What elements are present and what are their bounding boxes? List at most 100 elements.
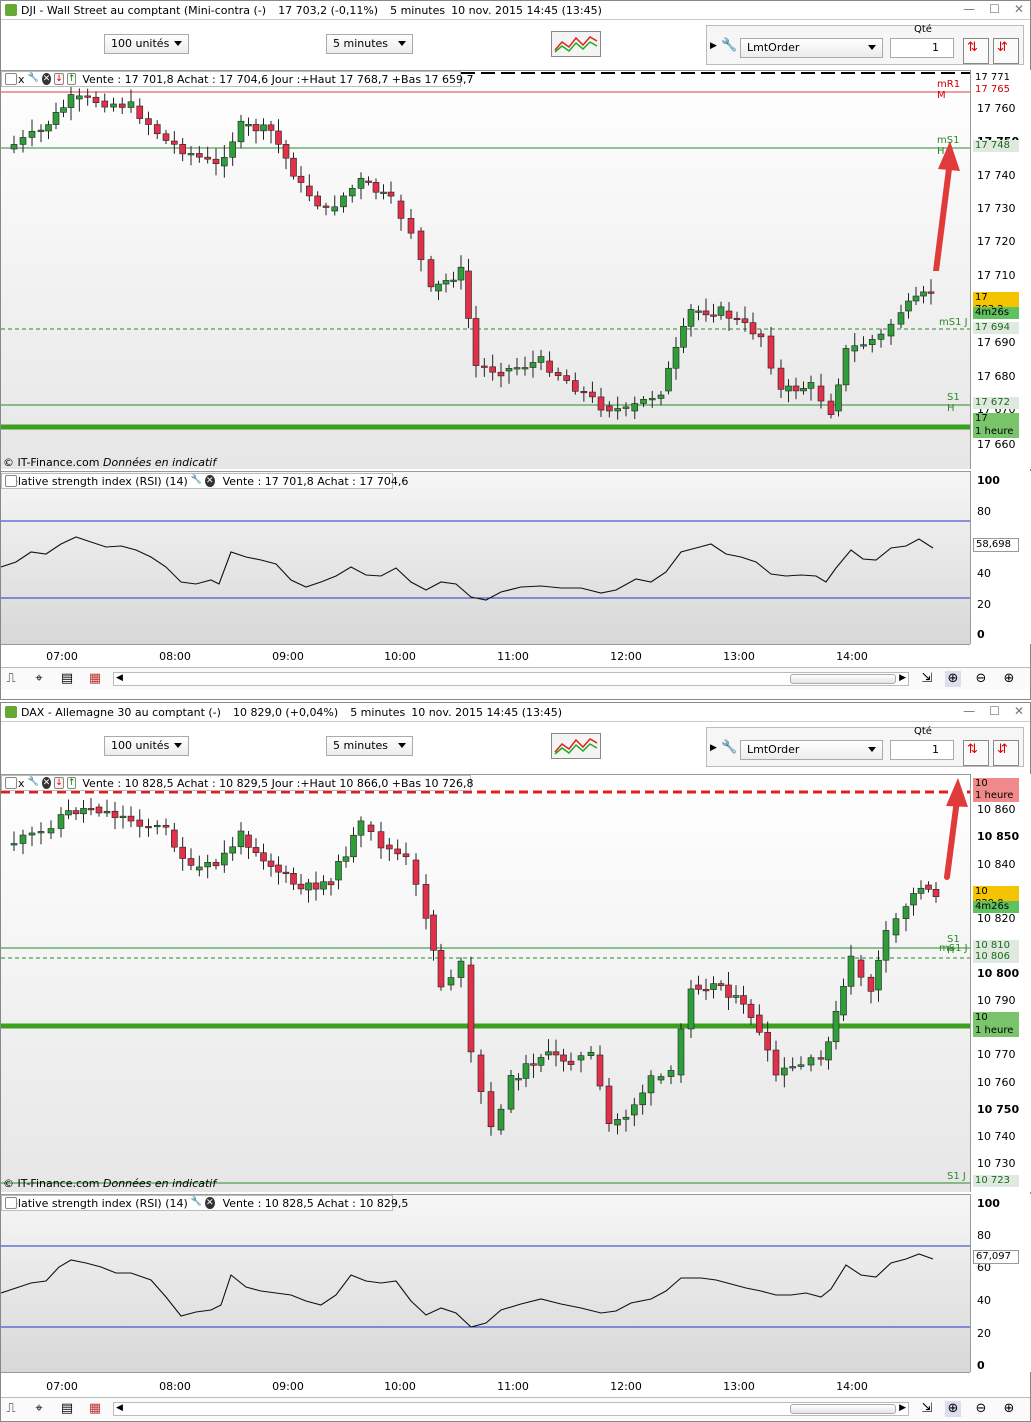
rsi-chart[interactable] <box>1 1194 970 1372</box>
zoom-fit-icon[interactable]: ⇲ <box>919 1401 935 1417</box>
price-chart[interactable]: S1 HmS1 J S1 J <box>1 774 970 1192</box>
window-icon[interactable] <box>5 1197 17 1209</box>
time-axis-label: 12:00 <box>610 1380 642 1393</box>
timeframe-select[interactable]: 5 minutes <box>326 34 413 54</box>
zoom-select-icon[interactable]: ⊕ <box>945 1401 961 1417</box>
candle-body <box>367 824 375 832</box>
scroll-right-icon[interactable]: ▶ <box>899 673 906 683</box>
order-type-select[interactable]: LmtOrder <box>740 740 883 760</box>
units-select[interactable]: 100 unités <box>104 736 189 756</box>
candle-body <box>37 129 45 132</box>
chart-icon[interactable]: ⎍ <box>3 671 19 687</box>
price-axis[interactable]: 17 76017 75017 74017 73017 72017 71017 7… <box>970 70 1031 469</box>
chart-type-button[interactable] <box>551 31 601 57</box>
candle-body <box>335 861 342 881</box>
timeframe-select-value: 5 minutes <box>333 37 389 50</box>
axis-tick-label: 20 <box>977 598 991 611</box>
rsi-axis[interactable]: 100 80 60 40 20 0 67,097 <box>970 1194 1031 1372</box>
grid-icon[interactable]: ▦ <box>87 1401 103 1417</box>
close-icon[interactable]: ✕ <box>1014 2 1024 16</box>
candle-body <box>807 1057 815 1066</box>
maximize-icon[interactable]: ☐ <box>989 2 1000 16</box>
time-axis-label: 07:00 <box>46 650 78 663</box>
zoom-in-icon[interactable]: ⊕ <box>1001 1401 1017 1417</box>
candle-body <box>917 887 925 894</box>
maximize-icon[interactable]: ☐ <box>989 704 1000 718</box>
candle-body <box>772 1049 780 1076</box>
zoom-fit-icon[interactable]: ⇲ <box>919 671 935 687</box>
close-icon[interactable]: ✕ <box>1014 704 1024 718</box>
wrench-icon[interactable]: 🔧 <box>191 475 202 487</box>
window-icon[interactable] <box>5 475 17 487</box>
window-icon[interactable] <box>5 777 17 789</box>
print-icon[interactable]: ▤ <box>59 1401 75 1417</box>
buy-button[interactable]: ⇅ <box>963 38 989 64</box>
sell-button[interactable]: ⇵ <box>993 740 1019 766</box>
axis-tick-label: 17 680 <box>977 370 1016 383</box>
chart-toolbar: 100 unités 5 minutes Qté ▶ 🔧 LmtOrder 1 … <box>1 20 1030 70</box>
sell-button[interactable]: ⇵ <box>993 38 1019 64</box>
sell-icon[interactable]: ↓ <box>54 777 64 789</box>
scroll-thumb[interactable] <box>790 1404 896 1414</box>
close-icon[interactable]: ✕ <box>205 1197 215 1209</box>
crosshair-icon[interactable]: ⌖ <box>31 671 47 687</box>
rsi-info-text: Vente : 10 828,5 Achat : 10 829,5 <box>222 1196 409 1210</box>
units-select[interactable]: 100 unités <box>104 34 189 54</box>
order-type-value: LmtOrder <box>747 41 800 54</box>
order-type-select[interactable]: LmtOrder <box>740 38 883 58</box>
quantity-value: 1 <box>932 743 939 756</box>
crosshair-icon[interactable]: ⌖ <box>31 1401 47 1417</box>
wrench-icon[interactable]: 🔧 <box>721 740 737 755</box>
wrench-icon[interactable]: 🔧 <box>721 38 737 53</box>
sell-icon[interactable]: ↓ <box>54 73 64 85</box>
close-icon[interactable]: ✕ <box>41 777 52 789</box>
wrench-icon[interactable]: 🔧 <box>28 777 39 789</box>
close-icon[interactable]: ✕ <box>41 73 52 85</box>
candle-body <box>647 1075 655 1094</box>
rsi-chart[interactable] <box>1 471 970 644</box>
candle-body <box>710 983 717 990</box>
scroll-right-icon[interactable]: ▶ <box>899 1403 906 1413</box>
horizontal-scrollbar[interactable]: ◀ ▶ <box>113 672 909 686</box>
level-value-s1j: 10 723 <box>973 1175 1019 1187</box>
zoom-select-icon[interactable]: ⊕ <box>945 671 961 687</box>
scroll-left-icon[interactable]: ◀ <box>116 673 123 683</box>
axis-tick-label: 17 660 <box>977 438 1016 451</box>
price-axis[interactable]: 10 86010 85010 84010 83010 82010 81010 8… <box>970 774 1031 1192</box>
quantity-stepper[interactable]: 1 <box>890 38 954 58</box>
candle-body <box>407 218 415 234</box>
candle-body <box>552 1051 560 1056</box>
buy-icon[interactable]: ↑ <box>66 777 77 789</box>
timeframe-select[interactable]: 5 minutes <box>326 736 413 756</box>
zoom-out-icon[interactable]: ⊖ <box>973 1401 989 1417</box>
price-chart[interactable]: mR1 MmS1 HmS1 J S1 H <box>1 70 970 469</box>
candle-body <box>87 808 95 811</box>
scroll-thumb[interactable] <box>790 674 896 684</box>
grid-icon[interactable]: ▦ <box>87 671 103 687</box>
instrument-interval: 5 minutes <box>390 3 446 17</box>
candle-body <box>529 362 537 368</box>
buy-button[interactable]: ⇅ <box>963 740 989 766</box>
candle-body <box>47 828 55 834</box>
minimize-icon[interactable]: — <box>963 704 975 718</box>
minimize-icon[interactable]: — <box>963 2 975 16</box>
window-icon[interactable] <box>5 73 17 85</box>
chart-icon[interactable]: ⎍ <box>3 1401 19 1417</box>
expand-arrow-icon[interactable]: ▶ <box>710 41 717 51</box>
zoom-out-icon[interactable]: ⊖ <box>973 671 989 687</box>
chart-type-button[interactable] <box>551 733 601 759</box>
buy-icon[interactable]: ↑ <box>66 73 77 85</box>
candle-body <box>515 1078 522 1081</box>
close-icon[interactable]: ✕ <box>205 475 215 487</box>
axis-tick-label: 10 790 <box>977 994 1016 1007</box>
expand-arrow-icon[interactable]: ▶ <box>710 743 717 753</box>
zoom-in-icon[interactable]: ⊕ <box>1001 671 1017 687</box>
rsi-axis[interactable]: 10080604020058,698 <box>970 471 1031 644</box>
horizontal-scrollbar[interactable]: ◀ ▶ <box>113 1402 909 1416</box>
wrench-icon[interactable]: 🔧 <box>191 1197 202 1209</box>
wrench-icon[interactable]: 🔧 <box>28 73 39 85</box>
print-icon[interactable]: ▤ <box>59 671 75 687</box>
quantity-stepper[interactable]: 1 <box>890 740 954 760</box>
candle-body <box>322 205 330 208</box>
scroll-left-icon[interactable]: ◀ <box>116 1403 123 1413</box>
